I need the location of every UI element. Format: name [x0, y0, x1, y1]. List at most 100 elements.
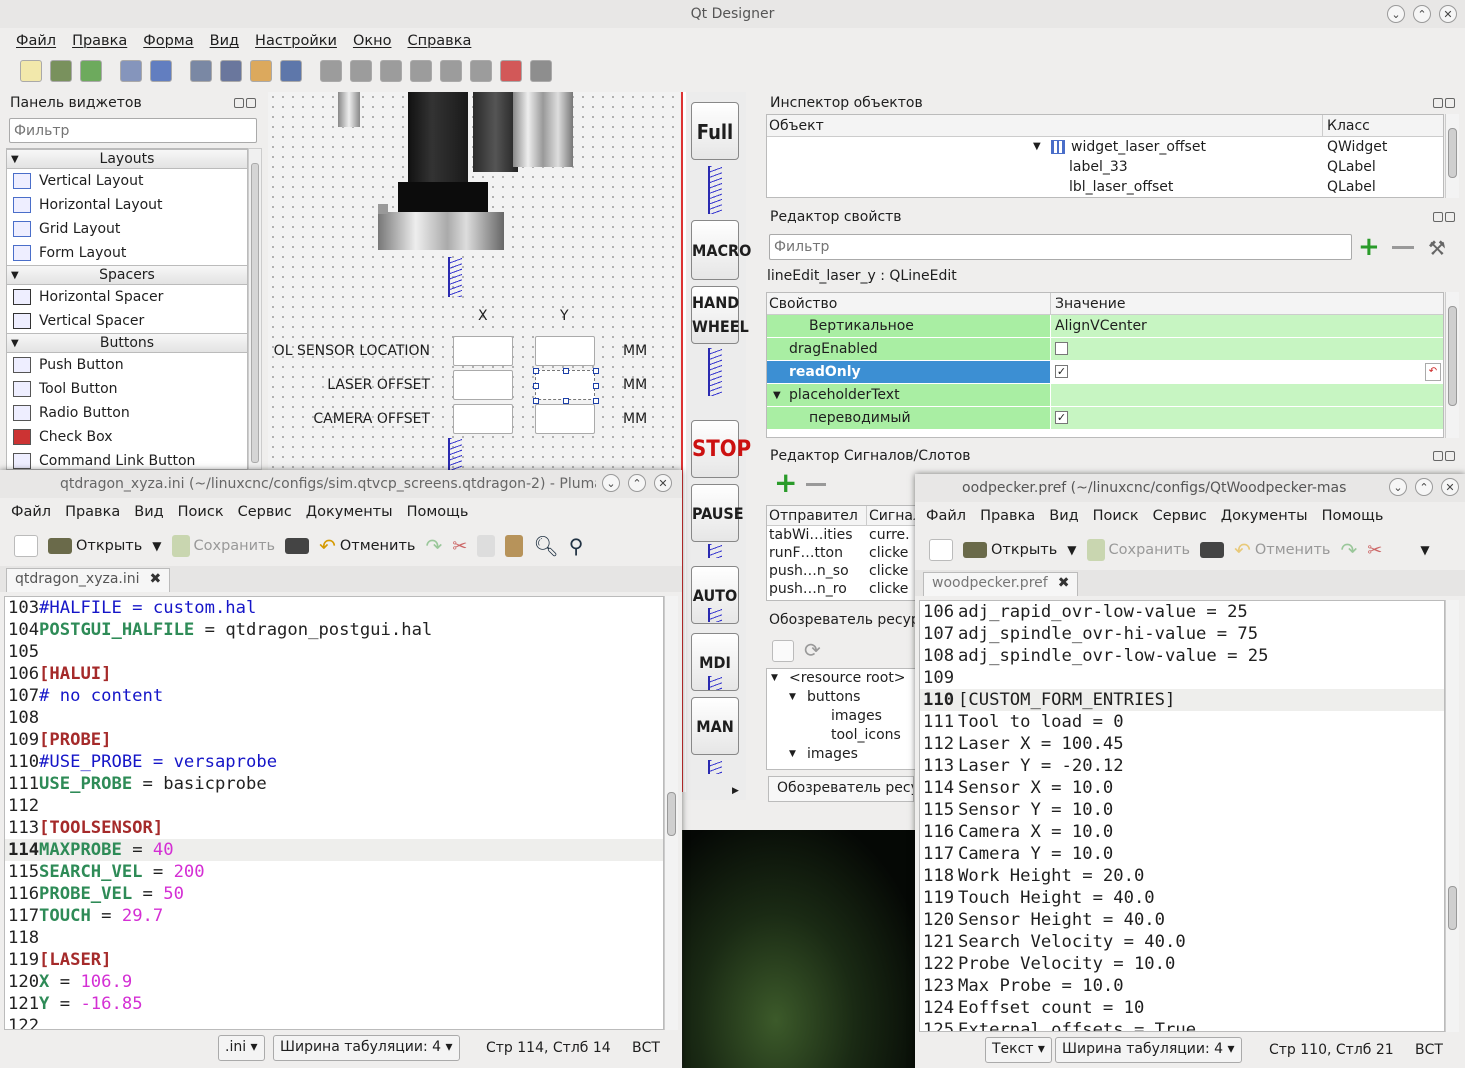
menu-item[interactable]: Документы [299, 504, 400, 520]
open-button[interactable]: Открыть [48, 538, 142, 554]
add-property-icon[interactable]: + [1358, 234, 1380, 260]
widget-item[interactable]: Horizontal Layout [7, 193, 247, 217]
layout-h-splitter-icon[interactable] [380, 60, 402, 82]
menu-item[interactable]: Форма [135, 33, 201, 49]
selection-handle-icon[interactable] [563, 368, 569, 374]
widget-item[interactable]: Form Layout [7, 241, 247, 265]
tab-width-select[interactable]: Ширина табуляции: 4 ▾ [273, 1035, 460, 1061]
new-document-icon[interactable] [929, 539, 953, 561]
side-button-stop[interactable]: STOP [691, 420, 751, 478]
widget-item[interactable]: Horizontal Spacer [7, 285, 247, 309]
widget-item[interactable]: Check Box [7, 425, 247, 449]
checkbox[interactable]: ✓ [1055, 365, 1068, 378]
widget-group-header[interactable]: ▼ Buttons [7, 333, 247, 353]
menu-item[interactable]: Сервис [1146, 508, 1214, 524]
close-tab-icon[interactable]: ✖ [150, 571, 162, 590]
replace-icon[interactable]: ⚲ [569, 534, 584, 558]
new-document-icon[interactable] [14, 535, 38, 557]
close-icon[interactable] [1445, 98, 1455, 108]
line-edit-x[interactable] [453, 370, 513, 400]
maximize-icon[interactable]: ⌃ [1413, 5, 1431, 23]
close-icon[interactable] [246, 98, 256, 108]
menu-item[interactable]: Справка [399, 33, 479, 49]
menu-item[interactable]: Помощь [400, 504, 476, 520]
property-scrollbar[interactable] [1445, 292, 1459, 438]
resource-browser-tab[interactable]: Обозреватель ресур [768, 776, 914, 802]
tab-width-select[interactable]: Ширина табуляции: 4 ▾ [1055, 1037, 1242, 1063]
property-row[interactable]: ▼ placeholderText [767, 384, 1443, 407]
minimize-icon[interactable]: ⌄ [1389, 478, 1407, 496]
document-tab[interactable]: qtdragon_xyza.ini ✖ [6, 568, 171, 592]
layout-grid-icon[interactable] [440, 60, 462, 82]
configure-icon[interactable]: ⚒ [1428, 236, 1446, 260]
close-icon[interactable] [1445, 451, 1455, 461]
close-tab-icon[interactable]: ✖ [1058, 575, 1070, 594]
side-column-scroll-right-icon[interactable]: ▶ [732, 786, 739, 796]
menu-item[interactable]: Правка [58, 504, 127, 520]
pluma-left-editor[interactable]: 103#HALFILE = custom.hal 104POSTGUI_HALFI… [4, 596, 664, 1030]
adjust-size-icon[interactable] [530, 60, 552, 82]
minimize-icon[interactable]: ⌄ [602, 474, 620, 492]
selection-handle-icon[interactable] [593, 368, 599, 374]
line-edit-y[interactable] [533, 368, 599, 404]
menu-item[interactable]: Вид [127, 504, 170, 520]
open-button[interactable]: Открыть [963, 542, 1057, 558]
save-form-icon[interactable] [80, 60, 102, 82]
menu-item[interactable]: Правка [973, 508, 1042, 524]
widget-item[interactable]: Vertical Layout [7, 169, 247, 193]
connection-row[interactable]: tabWi…ities curre. [767, 526, 925, 544]
property-row[interactable]: Вертикальное AlignVCenter [767, 315, 1443, 338]
float-icon[interactable] [1433, 212, 1443, 222]
float-icon[interactable] [234, 98, 244, 108]
connection-row[interactable]: runF…tton clicke [767, 544, 925, 562]
expand-arrow-icon[interactable]: ▼ [773, 384, 781, 407]
resource-tree-row[interactable]: ▼ <resource root> [767, 669, 915, 688]
connection-row[interactable]: push…n_so clicke [767, 562, 925, 580]
checkbox[interactable] [1055, 342, 1068, 355]
widget-item[interactable]: Tool Button [7, 377, 247, 401]
cut-icon[interactable]: ✂ [452, 536, 467, 557]
inspector-scrollbar[interactable] [1445, 114, 1459, 198]
menu-item[interactable]: Сервис [231, 504, 299, 520]
property-filter-input[interactable] [769, 234, 1352, 260]
side-button-pause[interactable]: PAUSE [691, 484, 744, 542]
pluma-right-scrollbar[interactable] [1445, 600, 1459, 1032]
widget-filter-input[interactable] [9, 118, 257, 143]
new-form-icon[interactable] [20, 60, 42, 82]
paste-icon[interactable] [505, 535, 524, 557]
menu-item[interactable]: Помощь [1315, 508, 1391, 524]
resource-tree-row[interactable]: ▼ images [767, 745, 915, 764]
object-tree-row[interactable]: lbl_laser_offset QLabel [767, 177, 1443, 197]
pluma-left-scrollbar[interactable] [664, 596, 678, 1030]
menu-item[interactable]: Вид [1042, 508, 1085, 524]
break-layout-icon[interactable] [500, 60, 522, 82]
menu-item[interactable]: Поиск [1086, 508, 1146, 524]
maximize-icon[interactable]: ⌃ [628, 474, 646, 492]
copy-icon[interactable] [477, 535, 496, 557]
close-icon[interactable]: ✕ [1441, 478, 1459, 496]
resource-tree-row[interactable]: tool_icons [767, 726, 915, 745]
reload-icon[interactable]: ⟳ [804, 638, 821, 662]
menu-item[interactable]: Окно [345, 33, 400, 49]
object-tree-row[interactable]: label_33 QLabel [767, 157, 1443, 177]
redo-icon[interactable]: ↷ [1340, 538, 1357, 562]
object-tree-row[interactable]: ▼ widget_laser_offset QWidget [767, 137, 1443, 157]
property-row[interactable]: readOnly ✓ ↶ [767, 361, 1443, 384]
menu-item[interactable]: Настройки [247, 33, 345, 49]
minimize-icon[interactable]: ⌄ [1387, 5, 1405, 23]
document-tab[interactable]: woodpecker.pref ✖ [923, 572, 1079, 596]
edit-buddies-icon[interactable] [250, 60, 272, 82]
edit-resources-icon[interactable] [772, 640, 794, 662]
selection-handle-icon[interactable] [533, 383, 539, 389]
selection-handle-icon[interactable] [593, 383, 599, 389]
send-back-icon[interactable] [120, 60, 142, 82]
language-select[interactable]: Текст ▾ [985, 1037, 1052, 1063]
undo-button[interactable]: ↶ Отменить [319, 534, 415, 558]
close-icon[interactable] [1445, 212, 1455, 222]
reset-property-icon[interactable]: ↶ [1425, 363, 1441, 381]
save-button[interactable]: Сохранить [1086, 539, 1190, 561]
remove-connection-icon[interactable] [806, 483, 826, 486]
line-edit-y[interactable] [535, 336, 595, 366]
widget-group-header[interactable]: ▼ Layouts [7, 149, 247, 169]
language-select[interactable]: .ini ▾ [218, 1035, 265, 1061]
